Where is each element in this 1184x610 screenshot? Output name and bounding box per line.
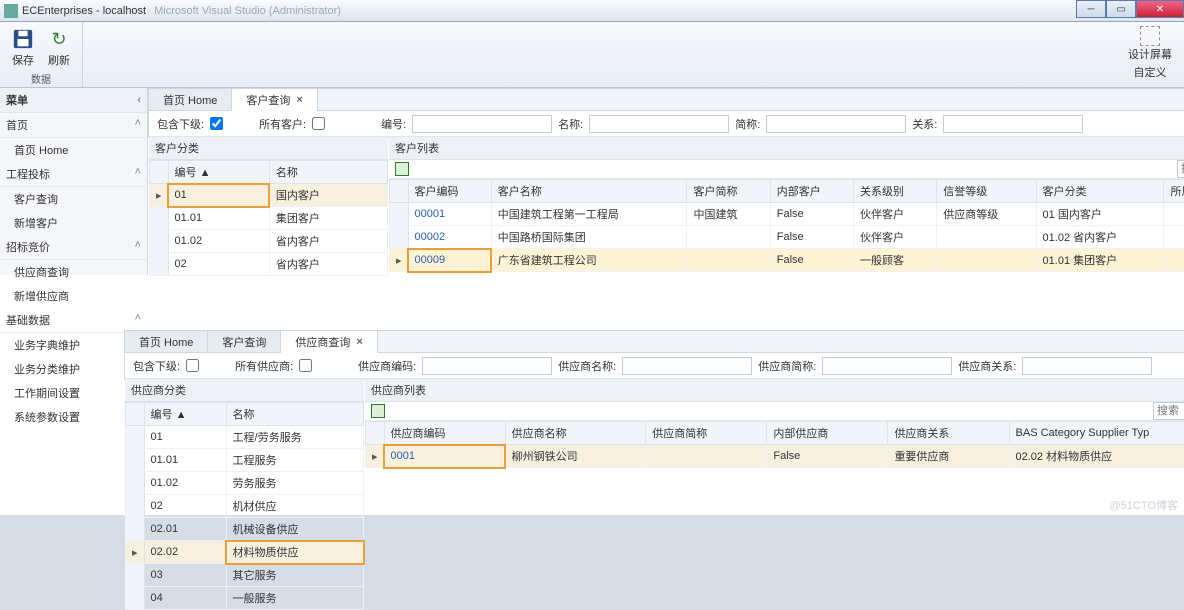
table-row[interactable]: ▸02.02材料物质供应: [126, 541, 364, 564]
menu-item-home[interactable]: 首页 Home: [0, 138, 147, 162]
search-input[interactable]: [1153, 402, 1184, 420]
table-row[interactable]: 00001中国建筑工程第一工程局中国建筑False伙伴客户供应商等级01 国内客…: [390, 203, 1184, 226]
table-row[interactable]: 01.02省内客户: [150, 230, 388, 253]
code-input[interactable]: [412, 115, 552, 133]
supplier-category-grid[interactable]: 编号 ▲名称 01工程/劳务服务 01.01工程服务 01.02劳务服务 02机…: [125, 402, 364, 610]
category-header: 供应商分类: [125, 379, 364, 402]
search-input[interactable]: [1177, 160, 1184, 178]
refresh-button[interactable]: ↻ 刷新: [42, 24, 76, 70]
tab-supplier-query[interactable]: 供应商查询×: [281, 331, 377, 353]
ribbon-group-label: 数据: [31, 70, 51, 87]
table-row[interactable]: 02省内客户: [150, 253, 388, 276]
titlebar: ECEnterprises - localhost Microsoft Visu…: [0, 0, 1184, 22]
list-header: 客户列表: [389, 137, 1184, 160]
customer-grid[interactable]: 客户编码客户名称客户简称内部客户关系级别信誉等级客户分类所属行业机构简介 000…: [389, 179, 1184, 272]
supplier-pane: 首页 Home 客户查询 供应商查询× 包含下级: 所有供应商: 供应商编码: …: [124, 330, 1184, 380]
maximize-button[interactable]: ▭: [1106, 0, 1136, 18]
watermark: @51CTO博客: [1110, 497, 1178, 513]
name-input[interactable]: [589, 115, 729, 133]
ribbon-group-label: 自定义: [1134, 64, 1167, 80]
close-icon[interactable]: ×: [296, 94, 302, 106]
refresh-icon: ↻: [46, 26, 72, 52]
all-suppliers-checkbox[interactable]: [299, 359, 312, 372]
table-row[interactable]: 01.01工程服务: [126, 449, 364, 472]
table-row[interactable]: 01.02劳务服务: [126, 472, 364, 495]
app-title: ECEnterprises - localhost: [22, 5, 146, 17]
include-children-checkbox[interactable]: [186, 359, 199, 372]
supplier-code-input[interactable]: [422, 357, 552, 375]
menu-header: 菜单: [6, 92, 28, 108]
tab-customer-query[interactable]: 客户查询×: [232, 89, 317, 111]
collapse-icon[interactable]: ‹: [137, 94, 141, 106]
tab-customer-query[interactable]: 客户查询: [208, 331, 281, 352]
table-row[interactable]: 04一般服务: [126, 587, 364, 610]
table-row[interactable]: ▸01国内客户: [150, 184, 388, 207]
design-icon: [1140, 26, 1160, 46]
table-row[interactable]: 00002中国路桥国际集团False伙伴客户01.02 省内客户: [390, 226, 1184, 249]
minimize-button[interactable]: ─: [1076, 0, 1106, 18]
export-excel-icon[interactable]: [371, 404, 385, 418]
tab-home[interactable]: 首页 Home: [149, 89, 232, 110]
table-row[interactable]: ▸0001柳州钢铁公司False重要供应商02.02 材料物质供应: [366, 445, 1184, 468]
table-row[interactable]: ▸00009广东省建筑工程公司False一般顾客01.01 集团客户: [390, 249, 1184, 272]
filter-row: 包含下级: 所有客户: 编号: 名称: 简称: 关系:: [149, 111, 1184, 137]
export-excel-icon[interactable]: [395, 162, 409, 176]
menu-group[interactable]: 工程投标˄: [0, 162, 147, 187]
customer-pane: 首页 Home 客户查询× 包含下级: 所有客户: 编号: 名称: 简称: 关系…: [148, 88, 1184, 138]
tab-home[interactable]: 首页 Home: [125, 331, 208, 352]
close-icon[interactable]: ×: [356, 336, 362, 348]
ribbon: 保存 ↻ 刷新 数据 设计屏幕 自定义: [0, 22, 1184, 88]
menu-item[interactable]: 客户查询: [0, 187, 147, 211]
table-row[interactable]: 01工程/劳务服务: [126, 426, 364, 449]
supplier-relation-input[interactable]: [1022, 357, 1152, 375]
menu-item[interactable]: 新增供应商: [0, 284, 147, 308]
include-children-checkbox[interactable]: [210, 117, 223, 130]
menu-group[interactable]: 首页˄: [0, 113, 147, 138]
ghost-title: Microsoft Visual Studio (Administrator): [154, 5, 341, 17]
category-grid[interactable]: 编号 ▲名称 ▸01国内客户 01.01集团客户 01.02省内客户 02省内客…: [149, 160, 388, 276]
supplier-short-input[interactable]: [822, 357, 952, 375]
close-button[interactable]: ✕: [1136, 0, 1184, 18]
table-row[interactable]: 02机材供应: [126, 495, 364, 518]
relation-input[interactable]: [943, 115, 1083, 133]
sidebar-menu: 菜单‹ 首页˄ 首页 Home 工程投标˄ 客户查询 新增客户 招标竞价˄ 供应…: [0, 88, 148, 275]
save-button[interactable]: 保存: [6, 24, 40, 70]
short-input[interactable]: [766, 115, 906, 133]
table-row[interactable]: 01.01集团客户: [150, 207, 388, 230]
app-icon: [4, 4, 18, 18]
list-header: 供应商列表: [365, 379, 1184, 402]
design-screen-button[interactable]: 设计屏幕: [1124, 24, 1176, 64]
table-row[interactable]: 03其它服务: [126, 564, 364, 587]
menu-item[interactable]: 新增客户: [0, 211, 147, 235]
category-header: 客户分类: [149, 137, 388, 160]
all-customers-checkbox[interactable]: [312, 117, 325, 130]
menu-group[interactable]: 招标竞价˄: [0, 235, 147, 260]
supplier-name-input[interactable]: [622, 357, 752, 375]
menu-item[interactable]: 供应商查询: [0, 260, 147, 284]
table-row[interactable]: 02.01机械设备供应: [126, 518, 364, 541]
supplier-grid[interactable]: 供应商编码供应商名称供应商简称内部供应商供应商关系BAS Category Su…: [365, 421, 1184, 468]
